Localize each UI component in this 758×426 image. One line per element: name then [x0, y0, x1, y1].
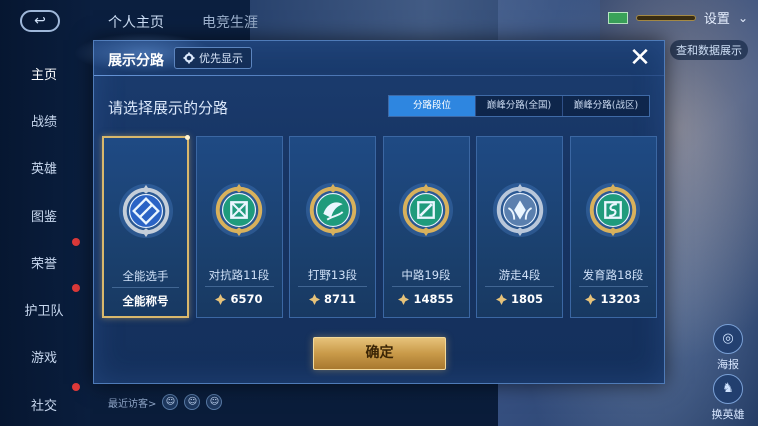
lane-name: 游走4段 — [498, 268, 541, 282]
poster-icon: ◎ — [713, 324, 743, 354]
priority-display-button[interactable]: 优先显示 — [174, 47, 252, 69]
notification-dot — [72, 238, 80, 246]
jungle-badge-icon — [305, 182, 360, 238]
lane-card-list: 全能选手 全能称号 对抗路11段 6570 打野13段 8711 中路19段 1… — [102, 135, 658, 318]
lane-value-text: 8711 — [323, 292, 356, 306]
lane-name: 对抗路11段 — [208, 268, 270, 282]
change-hero-label: 换英雄 — [711, 408, 745, 421]
lane-card[interactable]: 发育路18段 13203 — [569, 136, 657, 318]
nav-item-social[interactable]: 社交 — [12, 395, 76, 414]
close-button[interactable]: ✕ — [626, 45, 654, 73]
visitor-avatar[interactable]: ☺ — [206, 394, 223, 410]
back-button[interactable]: ↩ — [20, 10, 60, 32]
gear-icon — [183, 52, 195, 64]
rank-star-icon — [308, 293, 320, 305]
rank-star-icon — [215, 293, 227, 305]
flag-icon — [607, 11, 628, 24]
lane-card[interactable]: 中路19段 14855 — [382, 136, 470, 318]
settings-button[interactable]: 设置 — [704, 8, 730, 27]
rank-star-icon — [495, 293, 507, 305]
recent-visitors-bar: 最近访客> ☺ ☺ ☺ — [108, 394, 223, 410]
lane-value-text: 全能称号 — [122, 294, 169, 308]
change-hero-button[interactable]: ♞ 换英雄 — [706, 374, 750, 422]
close-icon: ✕ — [629, 43, 651, 73]
lane-card[interactable]: 全能选手 全能称号 — [102, 135, 190, 318]
recent-visitors-link[interactable]: 最近访客> — [108, 395, 156, 410]
card-divider — [391, 286, 461, 287]
card-divider — [112, 287, 179, 288]
dialog-title: 展示分路 — [108, 53, 164, 69]
lane-name: 打野13段 — [307, 268, 358, 282]
mid-lane-badge-icon — [398, 182, 454, 238]
tab-peak-region[interactable]: 巅峰分路(战区) — [563, 96, 649, 116]
lane-value-text: 13203 — [600, 292, 641, 306]
all-round-badge-icon — [118, 183, 173, 239]
priority-display-label: 优先显示 — [199, 52, 243, 65]
lane-value-text: 6570 — [230, 292, 263, 306]
lane-type-tabs: 分路段位 巅峰分路(全国) 巅峰分路(战区) — [388, 95, 650, 117]
card-divider — [485, 286, 554, 287]
header-art — [250, 0, 600, 40]
header-divider — [94, 75, 664, 76]
top-right-bar: 设置 ⌄ — [607, 8, 748, 27]
left-nav: ↩ 主页 战绩 英雄 图鉴 荣誉 护卫队 游戏 社交 — [0, 0, 90, 426]
lane-display-dialog: 展示分路 优先显示 ✕ 请选择展示的分路 分路段位 巅峰分路(全国) 巅峰分路(… — [74, 33, 665, 384]
nav-item-record[interactable]: 战绩 — [12, 111, 76, 130]
tab-personal-home[interactable]: 个人主页 — [108, 12, 164, 32]
hero-icon: ♞ — [713, 374, 743, 404]
rank-star-icon — [585, 293, 597, 305]
lane-value: 全能称号 — [104, 293, 187, 309]
nav-item-home[interactable]: 主页 — [12, 64, 76, 83]
nav-item-honor[interactable]: 荣誉 — [12, 253, 76, 272]
tab-esports-career[interactable]: 电竞生涯 — [202, 12, 258, 32]
select-prompt: 请选择展示的分路 — [108, 99, 229, 117]
visitor-avatar[interactable]: ☺ — [162, 394, 179, 410]
roam-badge-icon — [492, 182, 547, 238]
lane-name: 全能选手 — [122, 269, 169, 283]
promo-chip[interactable] — [635, 14, 696, 21]
nav-item-codex[interactable]: 图鉴 — [12, 206, 76, 225]
notification-dot — [72, 284, 80, 292]
poster-button[interactable]: ◎ 海报 — [706, 324, 750, 372]
selection-corner — [185, 135, 190, 140]
tab-peak-national[interactable]: 巅峰分路(全国) — [476, 96, 563, 116]
lane-value: 8711 — [290, 292, 375, 306]
tab-lane-rank[interactable]: 分路段位 — [389, 96, 476, 116]
lane-value: 13203 — [571, 292, 656, 306]
nav-item-guard[interactable]: 护卫队 — [12, 300, 76, 319]
lane-value-text: 14855 — [413, 292, 454, 306]
lane-value: 1805 — [477, 292, 562, 306]
farm-lane-badge-icon — [585, 182, 641, 238]
nav-item-heroes[interactable]: 英雄 — [12, 158, 76, 177]
back-arrow-icon: ↩ — [34, 13, 46, 29]
lane-card[interactable]: 对抗路11段 6570 — [195, 136, 283, 318]
poster-label: 海报 — [717, 358, 739, 371]
rank-star-icon — [398, 293, 410, 305]
lane-value: 6570 — [197, 292, 282, 306]
lane-name: 中路19段 — [401, 268, 451, 282]
chevron-down-icon[interactable]: ⌄ — [738, 11, 748, 25]
lane-value-text: 1805 — [510, 292, 543, 306]
lane-name: 发育路18段 — [582, 268, 644, 282]
notification-dot — [72, 383, 80, 391]
visitor-avatar[interactable]: ☺ — [184, 394, 201, 410]
confirm-button[interactable]: 确定 — [313, 337, 446, 370]
nav-item-games[interactable]: 游戏 — [12, 347, 76, 366]
card-divider — [204, 286, 274, 287]
lane-value: 14855 — [384, 292, 469, 306]
card-divider — [578, 286, 648, 287]
card-divider — [298, 286, 367, 287]
data-display-link[interactable]: 查和数据展示 — [670, 40, 748, 60]
lane-card[interactable]: 打野13段 8711 — [289, 136, 376, 318]
clash-lane-badge-icon — [211, 182, 267, 238]
lane-card[interactable]: 游走4段 1805 — [476, 136, 563, 318]
